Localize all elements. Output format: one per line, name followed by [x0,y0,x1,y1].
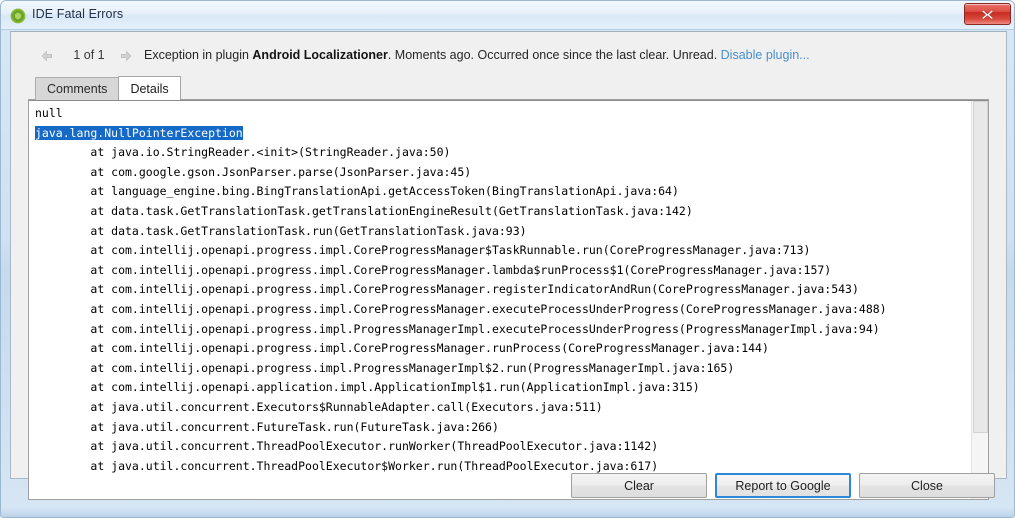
arrow-right-icon[interactable] [119,49,133,63]
stacktrace-text[interactable]: null java.lang.NullPointerException at ja… [29,100,973,499]
arrow-left-icon[interactable] [40,49,54,63]
stacktrace-frame-line: at java.io.StringReader.<init>(StringRea… [35,145,451,160]
plugin-name: Android Localizationer [252,48,388,62]
tab-comments[interactable]: Comments [35,77,120,100]
stacktrace-scrollbar[interactable] [971,100,988,499]
ide-fatal-errors-window: IDE Fatal Errors 1 of 1 Exception in plu… [0,0,1015,518]
stacktrace-frame-line: at com.intellij.openapi.progress.impl.Co… [35,341,769,356]
stacktrace-frame-line: at java.util.concurrent.Executors$Runnab… [35,399,603,414]
stacktrace-header-line: null [35,106,63,120]
stacktrace-exception-line: java.lang.NullPointerException [35,124,973,144]
stacktrace-frame-line: at language_engine.bing.BingTranslationA… [35,184,679,199]
tab-bar: Comments Details [35,76,181,100]
clear-button-label: Clear [624,478,654,493]
stacktrace-frame-line: at java.util.concurrent.ThreadPoolExecut… [35,439,659,454]
android-studio-icon [10,8,26,24]
scrollbar-thumb[interactable] [973,101,988,433]
window-title: IDE Fatal Errors [32,7,124,21]
disable-plugin-link[interactable]: Disable plugin... [721,48,810,62]
close-button-label: Close [911,478,943,493]
clear-button[interactable]: Clear [571,473,707,498]
stacktrace-frame-line: at com.intellij.openapi.progress.impl.Co… [35,243,811,258]
window-bottom-shade [1,507,1014,517]
stacktrace-frame-line: at com.google.gson.JsonParser.parse(Json… [35,164,472,179]
stacktrace-panel: null java.lang.NullPointerException at ja… [28,99,989,500]
tab-comments-label: Comments [47,82,108,96]
message-prefix: Exception in plugin [144,48,253,62]
selected-exception-text: java.lang.NullPointerException [35,125,243,140]
close-button[interactable]: Close [859,473,995,498]
error-summary-message: Exception in plugin Android Localization… [144,48,810,62]
stacktrace-frame-line: at data.task.GetTranslationTask.getTrans… [35,203,693,218]
stacktrace-frame-line: at com.intellij.openapi.progress.impl.Pr… [35,360,735,375]
stacktrace-frame-line: at com.intellij.openapi.progress.impl.Pr… [35,321,880,336]
stacktrace-frame-line: at com.intellij.openapi.progress.impl.Co… [35,282,859,297]
dialog-button-row: Clear Report to Google Close [10,473,1007,509]
report-button-label: Report to Google [735,478,831,493]
error-infobar: 1 of 1 Exception in plugin Android Local… [11,32,1006,73]
report-to-google-button[interactable]: Report to Google [715,473,851,498]
stacktrace-frame-line: at com.intellij.openapi.progress.impl.Co… [35,301,887,316]
tab-details-label: Details [130,81,169,96]
error-counter: 1 of 1 [73,48,105,62]
window-titlebar: IDE Fatal Errors [1,1,1014,30]
stacktrace-frame-line: at com.intellij.openapi.progress.impl.Co… [35,262,832,277]
window-close-button[interactable] [964,3,1011,25]
stacktrace-frame-line: at java.util.concurrent.FutureTask.run(F… [35,419,499,434]
message-suffix: . Moments ago. Occurred once since the l… [387,48,721,62]
tab-details[interactable]: Details [118,76,181,100]
dialog-content: 1 of 1 Exception in plugin Android Local… [10,31,1007,500]
stacktrace-frame-line: at data.task.GetTranslationTask.run(GetT… [35,223,527,238]
stacktrace-frame-line: at com.intellij.openapi.application.impl… [35,380,700,395]
